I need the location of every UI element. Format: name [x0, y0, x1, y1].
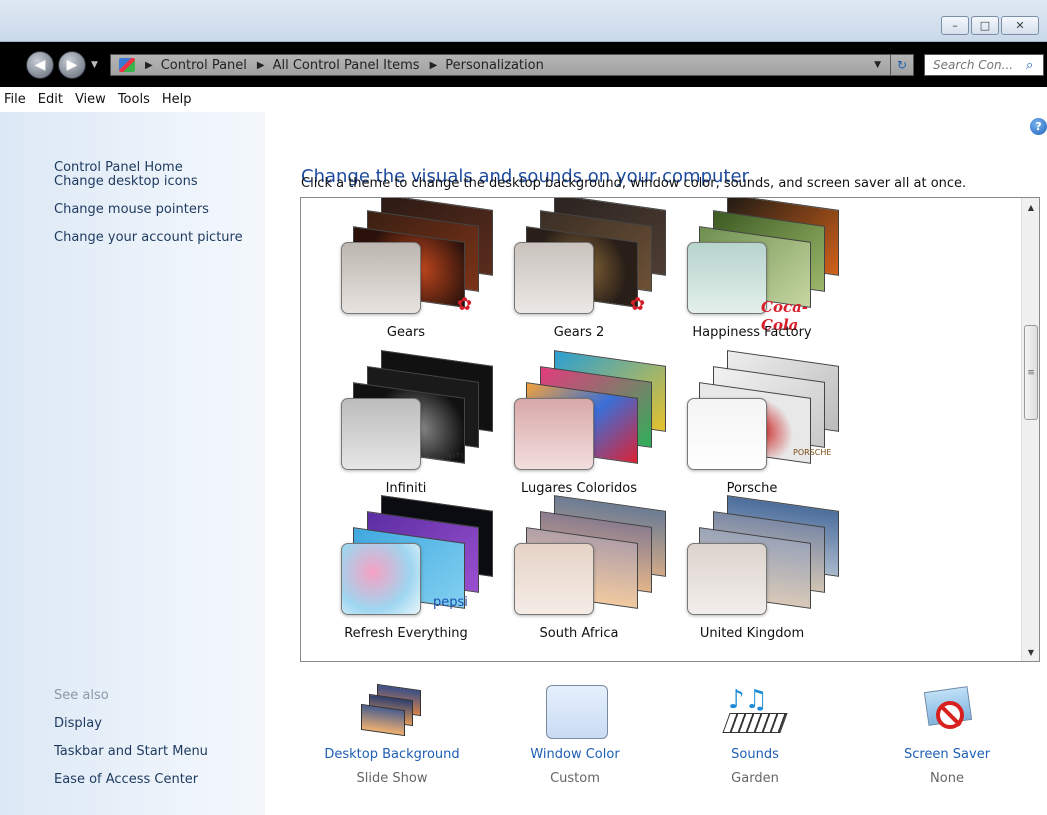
display-link[interactable]: Display [54, 716, 102, 731]
breadcrumb-control-panel[interactable]: Control Panel [161, 58, 247, 73]
address-dropdown-icon[interactable]: ▼ [874, 60, 881, 70]
scroll-down-icon[interactable]: ▼ [1022, 643, 1039, 661]
menu-tools[interactable]: Tools [118, 92, 150, 107]
theme-gears[interactable]: ✿ Gears [321, 198, 493, 347]
control-panel-home-link[interactable]: Control Panel Home [54, 160, 183, 175]
change-account-picture-link[interactable]: Change your account picture [54, 230, 243, 245]
scroll-up-icon[interactable]: ▲ [1022, 198, 1039, 216]
ease-of-access-link[interactable]: Ease of Access Center [54, 772, 198, 787]
control-panel-icon [119, 58, 135, 72]
window-color-setting[interactable]: Window Color Custom [485, 685, 665, 786]
close-button[interactable]: ✕ [1001, 16, 1039, 35]
taskbar-start-menu-link[interactable]: Taskbar and Start Menu [54, 744, 208, 759]
desktop-background-value: Slide Show [356, 771, 428, 786]
search-icon[interactable]: ⌕ [1026, 58, 1033, 73]
theme-united-kingdom[interactable]: United Kingdom [667, 495, 839, 648]
scroll-thumb[interactable]: ≡ [1024, 325, 1038, 420]
theme-color-swatch [514, 242, 594, 314]
rose-icon: ✿ [457, 294, 473, 315]
theme-label: Lugares Coloridos [521, 481, 637, 496]
minimize-button[interactable]: – [941, 16, 969, 35]
breadcrumb-all-items[interactable]: All Control Panel Items [273, 58, 420, 73]
refresh-icon: ↻ [896, 58, 908, 72]
left-nav-pane: Control Panel Home Change desktop icons … [0, 112, 265, 815]
desktop-background-link[interactable]: Desktop Background [302, 747, 482, 762]
search-input[interactable] [933, 58, 1023, 72]
breadcrumb-arrow-icon[interactable]: ▶ [430, 60, 438, 71]
theme-color-swatch [341, 242, 421, 314]
menu-file[interactable]: File [4, 92, 26, 107]
theme-label: Gears 2 [553, 325, 605, 340]
theme-south-africa[interactable]: South Africa [494, 495, 666, 648]
help-icon[interactable]: ? [1030, 118, 1047, 135]
theme-happiness-factory[interactable]: Coca-Cola Happiness Factory [667, 198, 839, 347]
menu-bar: File Edit View Tools Help [0, 87, 1047, 112]
screen-saver-value: None [930, 771, 964, 786]
desktop-background-setting[interactable]: Desktop Background Slide Show [302, 683, 482, 786]
forward-button[interactable]: ▶ [58, 51, 86, 79]
screen-saver-link[interactable]: Screen Saver [857, 747, 1037, 762]
window-color-value: Custom [550, 771, 600, 786]
theme-label: United Kingdom [699, 626, 805, 641]
breadcrumb-personalization[interactable]: Personalization [445, 58, 544, 73]
theme-label: Happiness Factory [692, 325, 812, 340]
rose-icon: ✿ [630, 294, 646, 315]
theme-label: Gears [386, 325, 426, 340]
porsche-logo: PORSCHE [793, 448, 832, 457]
forward-arrow-icon: ▶ [66, 57, 78, 73]
themes-list: ✿ Gears ✿ Gears 2 Coca-Cola Happiness Fa… [300, 197, 1040, 662]
theme-color-swatch [687, 398, 767, 470]
screen-saver-icon [914, 685, 980, 737]
address-toolbar: ◀ ▶ ▼ ▶ Control Panel ▶ All Control Pane… [0, 42, 1047, 87]
themes-scrollbar[interactable]: ▲ ≡ ▼ [1021, 198, 1039, 661]
desktop-background-icon [359, 683, 425, 737]
theme-label: Infiniti [385, 481, 427, 496]
menu-view[interactable]: View [75, 92, 106, 107]
theme-color-swatch [687, 543, 767, 615]
theme-color-swatch [514, 398, 594, 470]
theme-label: Porsche [726, 481, 778, 496]
theme-label: Refresh Everything [344, 626, 468, 641]
theme-color-swatch [341, 543, 421, 615]
sounds-link[interactable]: Sounds [665, 747, 845, 762]
page-description: Click a theme to change the desktop back… [301, 176, 967, 191]
back-button[interactable]: ◀ [26, 51, 54, 79]
change-mouse-pointers-link[interactable]: Change mouse pointers [54, 202, 209, 217]
theme-porsche[interactable]: PORSCHE Porsche [667, 350, 839, 503]
theme-refresh-everything[interactable]: pepsi Refresh Everything [321, 495, 493, 648]
window-color-link[interactable]: Window Color [485, 747, 665, 762]
back-arrow-icon: ◀ [34, 57, 46, 73]
sounds-setting[interactable]: ♪♫ Sounds Garden [665, 685, 845, 786]
theme-label: South Africa [539, 626, 619, 641]
refresh-button[interactable]: ↻ [890, 54, 914, 76]
title-bar: – □ ✕ [0, 0, 1047, 42]
theme-color-swatch [687, 242, 767, 314]
window-controls: – □ ✕ [941, 16, 1039, 35]
breadcrumb-arrow-icon[interactable]: ▶ [257, 60, 265, 71]
menu-edit[interactable]: Edit [38, 92, 63, 107]
theme-gears-2[interactable]: ✿ Gears 2 [494, 198, 666, 347]
theme-color-swatch [341, 398, 421, 470]
breadcrumb-arrow-icon[interactable]: ▶ [145, 60, 153, 71]
window-color-icon [542, 685, 608, 739]
infiniti-logo: INFINITI [429, 452, 465, 460]
address-field[interactable]: ▶ Control Panel ▶ All Control Panel Item… [110, 54, 910, 76]
screen-saver-setting[interactable]: Screen Saver None [857, 685, 1037, 786]
see-also-heading: See also [54, 688, 109, 703]
search-box[interactable]: ⌕ [924, 54, 1044, 76]
maximize-button[interactable]: □ [971, 16, 999, 35]
theme-infiniti[interactable]: INFINITI Infiniti [321, 350, 493, 503]
recent-pages-dropdown[interactable]: ▼ [91, 60, 98, 70]
pepsi-logo: pepsi [433, 595, 468, 610]
menu-help[interactable]: Help [162, 92, 192, 107]
change-desktop-icons-link[interactable]: Change desktop icons [54, 174, 198, 189]
sounds-value: Garden [731, 771, 779, 786]
theme-color-swatch [514, 543, 594, 615]
theme-lugares-coloridos[interactable]: Lugares Coloridos [494, 350, 666, 503]
breadcrumb: ▶ Control Panel ▶ All Control Panel Item… [135, 58, 544, 73]
sounds-icon: ♪♫ [722, 685, 788, 737]
